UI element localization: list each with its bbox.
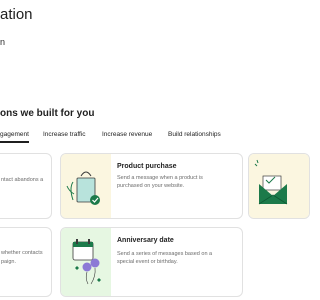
tab-engagement[interactable]: gagement	[0, 131, 29, 143]
anniversary-thumb	[61, 228, 111, 296]
card-abandoned[interactable]: ntact abandons a	[0, 153, 52, 219]
product-purchase-description: Send a message when a product is purchas…	[117, 175, 203, 189]
shopping-bag-icon	[66, 171, 100, 205]
right-card-thumb	[249, 154, 309, 218]
tab-increase-revenue[interactable]: Increase revenue	[102, 131, 152, 138]
product-purchase-thumb	[61, 154, 111, 218]
page-subtitle: n	[0, 37, 6, 47]
page-title: ation	[0, 6, 33, 23]
tab-increase-traffic[interactable]: Increase traffic	[43, 131, 86, 138]
tab-build-relationships[interactable]: Build relationships	[168, 131, 221, 138]
card-product-purchase[interactable]: Product purchase Send a message when a p…	[60, 153, 243, 219]
anniversary-description: Send a series of messages based on a spe…	[117, 251, 213, 265]
card-campaign-text-1: whether contacts	[1, 250, 43, 256]
calendar-balloons-icon	[72, 239, 101, 285]
product-purchase-title: Product purchase	[117, 163, 177, 170]
card-campaign-text-2: paign.	[1, 259, 16, 265]
anniversary-title: Anniversary date	[117, 237, 174, 244]
card-anniversary-date[interactable]: Anniversary date Send a series of messag…	[60, 227, 243, 297]
card-right[interactable]	[248, 153, 310, 219]
tab-bar: gagement Increase traffic Increase reven…	[0, 131, 300, 145]
envelope-icon	[254, 159, 288, 205]
card-abandoned-text: ntact abandons a	[1, 177, 44, 183]
section-heading: ons we built for you	[0, 108, 95, 119]
card-campaign[interactable]: whether contacts paign.	[0, 227, 52, 297]
